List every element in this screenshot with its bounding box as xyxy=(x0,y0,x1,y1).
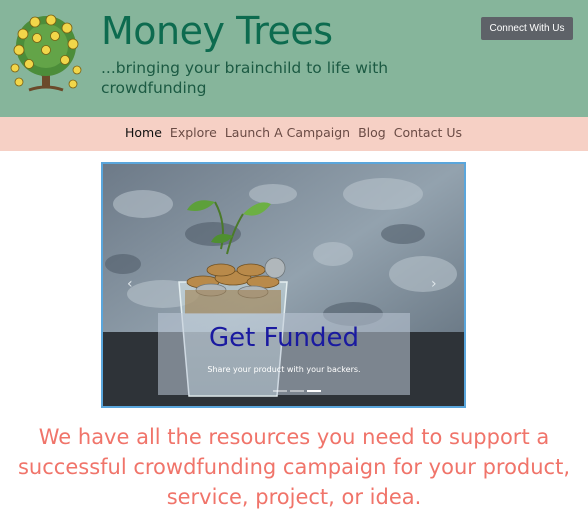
carousel-indicators xyxy=(273,390,321,392)
nav-item-contact-us[interactable]: Contact Us xyxy=(394,125,462,140)
nav-item-home[interactable]: Home xyxy=(125,125,162,140)
chevron-right-icon[interactable]: › xyxy=(431,276,437,292)
site-header: Money Trees ...bringing your brainchild … xyxy=(0,0,588,117)
nav-item-explore[interactable]: Explore xyxy=(170,125,217,140)
carousel-indicator-3[interactable] xyxy=(307,390,321,392)
connect-with-us-button[interactable]: Connect With Us xyxy=(481,17,573,40)
hero-carousel: ‹ › Get Funded Share your product with y… xyxy=(101,162,466,408)
chevron-left-icon[interactable]: ‹ xyxy=(127,276,133,292)
main-nav: Home Explore Launch A Campaign Blog Cont… xyxy=(0,117,588,151)
money-tree-icon[interactable] xyxy=(9,12,83,94)
site-title[interactable]: Money Trees xyxy=(101,8,333,54)
promo-text: We have all the resources you need to su… xyxy=(17,425,571,509)
carousel-indicator-2[interactable] xyxy=(290,390,304,392)
site-tagline: ...bringing your brainchild to life with… xyxy=(101,59,389,97)
carousel-indicator-1[interactable] xyxy=(273,390,287,392)
nav-item-launch-a-campaign[interactable]: Launch A Campaign xyxy=(225,125,350,140)
carousel-caption: Get Funded Share your product with your … xyxy=(158,313,410,395)
carousel-caption-subtitle: Share your product with your backers. xyxy=(207,365,361,374)
carousel-caption-title: Get Funded xyxy=(208,323,360,353)
nav-item-blog[interactable]: Blog xyxy=(358,125,386,140)
